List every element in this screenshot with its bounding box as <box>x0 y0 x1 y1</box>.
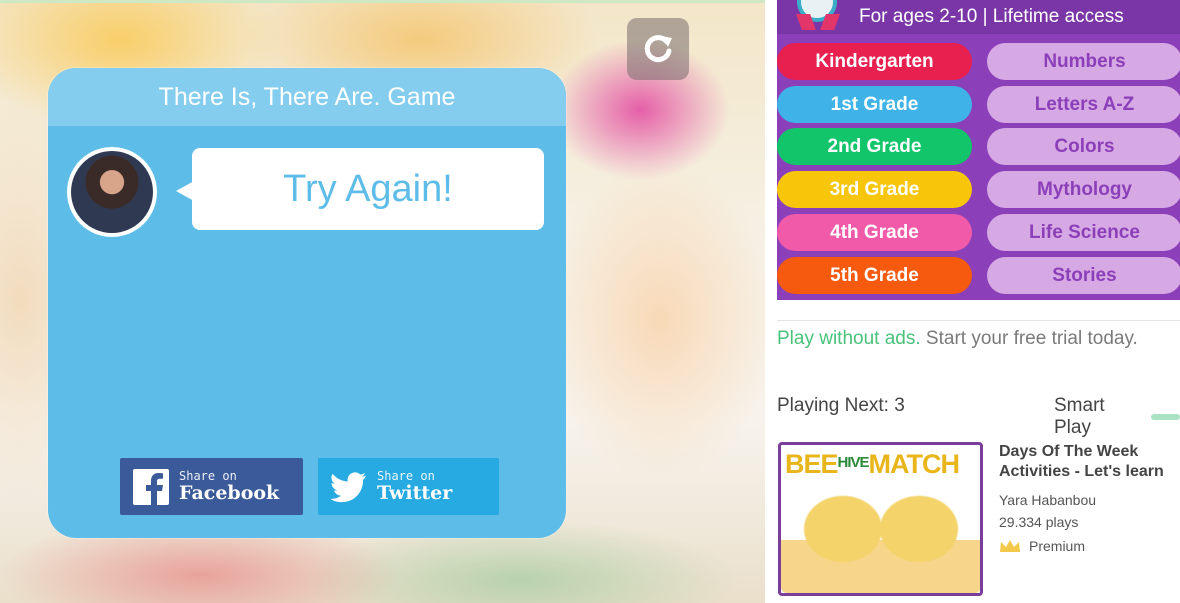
game-area: There Is, There Are. Game Try Again! Sha… <box>0 0 765 603</box>
premium-label: Premium <box>1029 538 1086 554</box>
grade-1st-button[interactable]: 1st Grade <box>777 86 972 123</box>
thumbnail-title: BEEHIVEMATCH <box>785 449 960 480</box>
smart-play-label: Smart Play <box>1054 395 1105 438</box>
facebook-icon <box>133 468 169 505</box>
grade-kindergarten-button[interactable]: Kindergarten <box>777 43 972 80</box>
restart-button[interactable] <box>627 18 689 80</box>
topic-letters-button[interactable]: Letters A-Z <box>987 86 1180 123</box>
premium-badge: Premium <box>999 538 1085 554</box>
toggle-switch-icon <box>1150 414 1180 420</box>
topic-life-science-button[interactable]: Life Science <box>987 214 1180 251</box>
thumbnail-title-bee: BEE <box>785 449 839 479</box>
grade-4th-button[interactable]: 4th Grade <box>777 214 972 251</box>
share-twitter-button[interactable]: Share on Twitter <box>318 458 499 515</box>
next-game-thumbnail[interactable]: BEEHIVEMATCH <box>778 442 983 596</box>
share-twitter-label: Twitter <box>377 482 453 504</box>
grade-3rd-button[interactable]: 3rd Grade <box>777 171 972 208</box>
topic-numbers-button[interactable]: Numbers <box>987 43 1180 80</box>
refresh-icon <box>644 35 672 63</box>
crown-icon <box>1000 540 1020 552</box>
topic-mythology-button[interactable]: Mythology <box>987 171 1180 208</box>
avatar <box>67 147 157 237</box>
thumbnail-title-hive: HIVE <box>837 454 870 471</box>
topic-stories-button[interactable]: Stories <box>987 257 1180 294</box>
free-trial-link[interactable]: Play without ads. Start your free trial … <box>777 328 1138 350</box>
share-facebook-button[interactable]: Share on Facebook <box>120 458 303 515</box>
game-title: There Is, There Are. Game <box>48 68 566 126</box>
right-panel: For ages 2-10 | Lifetime access Kinderga… <box>765 0 1180 603</box>
trial-highlight: Play without ads. <box>777 328 921 349</box>
share-facebook-small: Share on <box>179 469 237 483</box>
smart-play-toggle[interactable]: Smart Play <box>1054 395 1180 439</box>
share-facebook-label: Facebook <box>179 482 280 504</box>
playing-next-label: Playing Next: 3 <box>777 395 905 416</box>
result-message: Try Again! <box>176 148 544 230</box>
grade-2nd-button[interactable]: 2nd Grade <box>777 128 972 165</box>
trial-text: Start your free trial today. <box>920 328 1138 349</box>
bees-illustration <box>781 487 980 593</box>
share-twitter-small: Share on <box>377 469 435 483</box>
next-game-author[interactable]: Yara Habanbou <box>999 492 1096 508</box>
twitter-icon <box>331 469 367 505</box>
result-card: There Is, There Are. Game Try Again! Sha… <box>48 68 566 538</box>
thumbnail-title-match: MATCH <box>868 449 960 479</box>
topic-colors-button[interactable]: Colors <box>987 128 1180 165</box>
next-game-title[interactable]: Days Of The Week Activities - Let's lear… <box>999 442 1174 482</box>
next-game-plays: 29.334 plays <box>999 514 1079 530</box>
grade-5th-button[interactable]: 5th Grade <box>777 257 972 294</box>
divider <box>777 320 1180 321</box>
avatar-photo <box>71 151 153 233</box>
